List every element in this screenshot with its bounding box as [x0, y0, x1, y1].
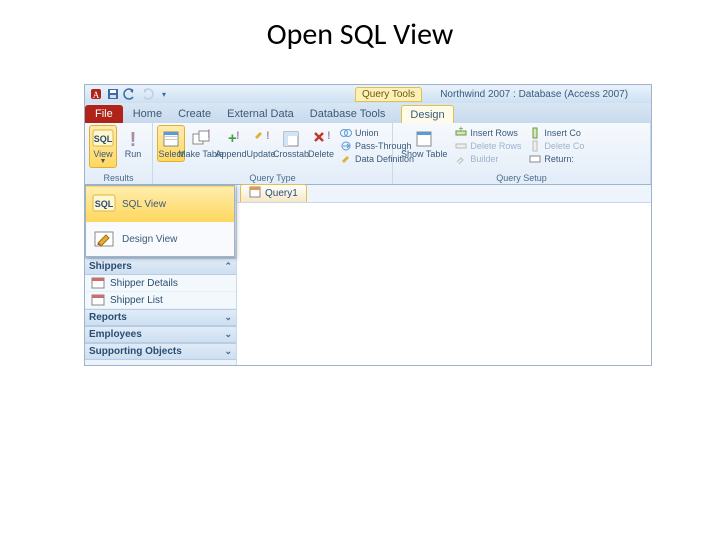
append-button[interactable]: +! Append: [217, 125, 245, 162]
svg-text:!: !: [130, 129, 137, 151]
run-icon: !: [123, 128, 143, 150]
context-tab-group: Query Tools: [355, 87, 422, 102]
access-window: A ▾ Query Tools Northwind 2007 : Databas…: [84, 84, 652, 366]
make-table-button[interactable]: ! Make Table: [187, 125, 215, 162]
insert-rows-button[interactable]: +Insert Rows: [455, 127, 521, 139]
insert-rows-icon: +: [455, 127, 467, 139]
query-canvas[interactable]: [237, 203, 651, 365]
nav-group-employees[interactable]: Employees⌄: [85, 326, 236, 343]
show-table-button[interactable]: Show Table: [397, 125, 451, 162]
content-area: Query1: [237, 185, 651, 365]
svg-text:SQL: SQL: [95, 199, 114, 209]
svg-text:!: !: [327, 130, 331, 142]
menu-label: SQL View: [122, 199, 166, 210]
union-icon: [340, 127, 352, 139]
nav-group-shippers[interactable]: Shippers⌃: [85, 258, 236, 275]
document-tabs: Query1: [237, 185, 651, 203]
delete-rows-button: Delete Rows: [455, 140, 521, 152]
svg-text:!: !: [207, 128, 211, 140]
show-table-icon: [414, 128, 434, 150]
svg-text:!: !: [236, 130, 240, 142]
tab-database-tools[interactable]: Database Tools: [302, 105, 394, 123]
svg-text:SQL: SQL: [94, 134, 113, 144]
svg-text:+: +: [459, 124, 464, 133]
run-button[interactable]: ! Run: [119, 125, 147, 162]
expand-icon: ⌄: [224, 346, 232, 357]
title-bar: A ▾ Query Tools Northwind 2007 : Databas…: [85, 85, 651, 103]
group-label-query-setup: Query Setup: [397, 173, 646, 184]
return-button[interactable]: Return:: [529, 153, 584, 165]
slide-title: Open SQL View: [0, 0, 720, 53]
app-icon: A: [89, 87, 103, 101]
insert-columns-button[interactable]: Insert Co: [529, 127, 584, 139]
tab-file[interactable]: File: [85, 105, 123, 123]
return-icon: [529, 153, 541, 165]
nav-item-shipper-details[interactable]: Shipper Details: [85, 275, 236, 292]
builder-button: Builder: [455, 153, 521, 165]
insert-cols-icon: [529, 127, 541, 139]
collapse-icon: ⌃: [224, 261, 232, 272]
ribbon-tabstrip: File Home Create External Data Database …: [85, 103, 651, 123]
menu-item-design-view[interactable]: Design View: [86, 222, 234, 256]
datadef-icon: [340, 153, 352, 165]
sql-view-menu-icon: SQL: [92, 193, 116, 215]
select-icon: [161, 128, 181, 150]
nav-item-shipper-list[interactable]: Shipper List: [85, 292, 236, 309]
update-button[interactable]: ! Update: [247, 125, 275, 162]
tab-home[interactable]: Home: [125, 105, 170, 123]
view-button[interactable]: SQL View ▼: [89, 125, 117, 168]
delete-icon: !: [311, 128, 331, 150]
crosstab-icon: [281, 128, 301, 150]
tab-create[interactable]: Create: [170, 105, 219, 123]
svg-text:A: A: [93, 90, 100, 100]
group-label-results: Results: [89, 173, 148, 184]
tab-external-data[interactable]: External Data: [219, 105, 302, 123]
update-icon: !: [251, 128, 271, 150]
delete-rows-icon: [455, 140, 467, 152]
passthrough-icon: [340, 140, 352, 152]
nav-group-supporting[interactable]: Supporting Objects⌄: [85, 343, 236, 360]
builder-icon: [455, 153, 467, 165]
crosstab-button[interactable]: Crosstab: [277, 125, 305, 162]
view-dropdown-menu: SQL SQL View Design View: [85, 185, 235, 257]
chevron-down-icon: ▼: [100, 159, 107, 165]
doc-tab-query1[interactable]: Query1: [240, 184, 307, 202]
expand-icon: ⌄: [224, 329, 232, 340]
nav-group-reports[interactable]: Reports⌄: [85, 309, 236, 326]
window-title: Northwind 2007 : Database (Access 2007): [440, 89, 628, 100]
make-table-icon: !: [191, 128, 211, 150]
append-icon: +!: [221, 128, 241, 150]
sql-view-icon: SQL: [93, 128, 113, 150]
delete-cols-icon: [529, 140, 541, 152]
qat-customize-icon[interactable]: ▾: [157, 87, 171, 101]
delete-columns-button: Delete Co: [529, 140, 584, 152]
design-view-menu-icon: [92, 228, 116, 250]
ribbon: SQL View ▼ ! Run Results: [85, 123, 651, 185]
menu-label: Design View: [122, 234, 177, 245]
tab-design[interactable]: Design: [401, 105, 453, 123]
expand-icon: ⌄: [224, 312, 232, 323]
redo-icon[interactable]: [140, 87, 154, 101]
delete-button[interactable]: ! Delete: [307, 125, 335, 162]
undo-icon[interactable]: [123, 87, 137, 101]
svg-text:!: !: [266, 130, 270, 142]
save-icon[interactable]: [106, 87, 120, 101]
menu-item-sql-view[interactable]: SQL SQL View: [86, 186, 234, 222]
form-icon: [91, 294, 105, 306]
group-label-query-type: Query Type: [157, 173, 388, 184]
form-icon: [91, 277, 105, 289]
query-icon: [249, 186, 261, 201]
